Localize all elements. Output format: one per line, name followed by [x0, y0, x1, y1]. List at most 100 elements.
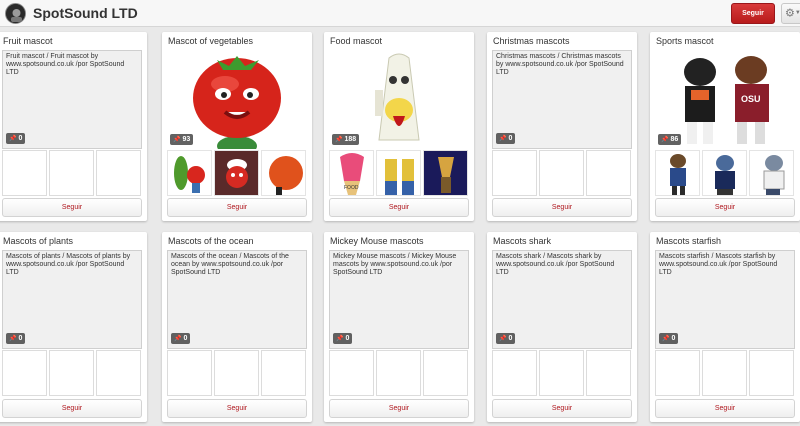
thumbnail-image[interactable]: [655, 150, 700, 196]
board-title[interactable]: Mascot of vegetables: [168, 36, 308, 46]
board-card[interactable]: Mascot of vegetables 📌 93 Seguir: [162, 32, 312, 221]
board-thumbnails: FOOD: [329, 150, 469, 196]
pin-count-badge: 📌 0: [6, 133, 26, 144]
board-cover[interactable]: Mascots shark / Mascots shark by www.spo…: [492, 250, 632, 349]
thumbnail-placeholder: [423, 350, 468, 396]
svg-text:OSU: OSU: [741, 94, 761, 104]
board-description: Mickey Mouse mascots / Mickey Mouse masc…: [333, 253, 457, 276]
svg-text:FOOD: FOOD: [344, 185, 359, 191]
thumbnail-image[interactable]: FOOD: [329, 150, 374, 196]
board-title[interactable]: Fruit mascot: [3, 36, 143, 46]
board-card[interactable]: Mickey Mouse mascots Mickey Mouse mascot…: [324, 232, 474, 422]
profile-name[interactable]: SpotSound LTD: [33, 5, 138, 21]
pin-icon: 📌: [174, 336, 182, 342]
thumbnail-placeholder: [329, 350, 374, 396]
pin-count: 0: [183, 335, 188, 342]
pin-count-badge: 📌 0: [171, 333, 191, 344]
pin-icon: 📌: [499, 336, 507, 342]
thumbnail-placeholder: [96, 150, 141, 196]
board-card[interactable]: Mascots of the ocean Mascots of the ocea…: [162, 232, 312, 422]
thumbnail-placeholder: [586, 350, 631, 396]
board-card[interactable]: Mascots starfish Mascots starfish / Masc…: [650, 232, 800, 422]
pin-icon: 📌: [173, 137, 181, 143]
follow-board-button[interactable]: Seguir: [2, 198, 142, 217]
pin-count: 188: [344, 136, 357, 143]
thumbnail-placeholder: [49, 150, 94, 196]
thumbnail-image[interactable]: [702, 150, 747, 196]
pin-icon: 📌: [499, 136, 507, 142]
board-thumbnails: [167, 150, 307, 196]
board-card[interactable]: Fruit mascot Fruit mascot / Fruit mascot…: [0, 32, 147, 221]
follow-board-button[interactable]: Seguir: [492, 198, 632, 217]
board-title[interactable]: Mickey Mouse mascots: [330, 236, 470, 246]
board-title[interactable]: Mascots starfish: [656, 236, 796, 246]
board-description: Mascots of plants / Mascots of plants by…: [6, 253, 131, 276]
board-cover[interactable]: Mickey Mouse mascots / Mickey Mouse masc…: [329, 250, 469, 349]
follow-board-button[interactable]: Seguir: [329, 399, 469, 418]
board-card[interactable]: Mascots shark Mascots shark / Mascots sh…: [487, 232, 637, 422]
thumbnail-placeholder: [655, 350, 700, 396]
board-card[interactable]: Christmas mascots Christmas mascots / Ch…: [487, 32, 637, 221]
follow-board-button[interactable]: Seguir: [655, 198, 795, 217]
pin-count-badge: 📌 93: [170, 134, 194, 145]
board-description: Mascots starfish / Mascots starfish by w…: [659, 253, 778, 276]
thumbnail-image[interactable]: [167, 150, 212, 196]
board-title[interactable]: Sports mascot: [656, 36, 796, 46]
board-title[interactable]: Food mascot: [330, 36, 470, 46]
follow-board-button[interactable]: Seguir: [167, 399, 307, 418]
thumbnail-placeholder: [749, 350, 794, 396]
board-thumbnails: [167, 350, 307, 396]
board-cover-image[interactable]: OSU 📌 86: [655, 50, 795, 149]
profile-header: SpotSound LTD Seguir ⚙▼: [0, 0, 800, 27]
thumbnail-image[interactable]: [749, 150, 794, 196]
board-title[interactable]: Mascots of plants: [3, 236, 143, 246]
follow-board-button[interactable]: Seguir: [655, 399, 795, 418]
follow-all-button[interactable]: Seguir: [731, 3, 775, 24]
pin-count: 86: [670, 136, 679, 143]
pin-icon: 📌: [9, 136, 17, 142]
thumbnail-placeholder: [539, 150, 584, 196]
thumbnail-placeholder: [2, 350, 47, 396]
thumbnail-placeholder: [167, 350, 212, 396]
pin-count-badge: 📌 0: [496, 333, 516, 344]
pin-count-badge: 📌 0: [659, 333, 679, 344]
thumbnail-image[interactable]: [423, 150, 468, 196]
avatar[interactable]: [5, 3, 26, 24]
board-thumbnails: [2, 150, 142, 196]
thumbnail-placeholder: [492, 350, 537, 396]
board-thumbnails: [2, 350, 142, 396]
thumbnail-placeholder: [492, 150, 537, 196]
pin-count-badge: 📌 188: [332, 134, 360, 145]
board-cover[interactable]: Mascots of plants / Mascots of plants by…: [2, 250, 142, 349]
thumbnail-placeholder: [539, 350, 584, 396]
board-cover-image[interactable]: 📌 93: [167, 50, 307, 149]
thumbnail-image[interactable]: [261, 150, 306, 196]
pin-icon: 📌: [662, 336, 670, 342]
pin-count: 0: [18, 135, 23, 142]
board-cover[interactable]: Mascots of the ocean / Mascots of the oc…: [167, 250, 307, 349]
follow-board-button[interactable]: Seguir: [329, 198, 469, 217]
board-thumbnails: [655, 350, 795, 396]
board-card[interactable]: Mascots of plants Mascots of plants / Ma…: [0, 232, 147, 422]
board-cover-image[interactable]: 📌 188: [329, 50, 469, 149]
board-title[interactable]: Mascots of the ocean: [168, 236, 308, 246]
board-cover[interactable]: Mascots starfish / Mascots starfish by w…: [655, 250, 795, 349]
board-cover[interactable]: Fruit mascot / Fruit mascot by www.spots…: [2, 50, 142, 149]
board-card[interactable]: Food mascot 📌 188 FOOD Seguir: [324, 32, 474, 221]
settings-button[interactable]: ⚙▼: [781, 3, 800, 24]
follow-board-button[interactable]: Seguir: [2, 399, 142, 418]
board-card[interactable]: Sports mascot OSU 📌 86 Seguir: [650, 32, 800, 221]
board-thumbnails: [492, 350, 632, 396]
board-thumbnails: [492, 150, 632, 196]
chevron-down-icon: ▼: [794, 10, 800, 16]
board-title[interactable]: Christmas mascots: [493, 36, 633, 46]
board-cover[interactable]: Christmas mascots / Christmas mascots by…: [492, 50, 632, 149]
thumbnail-image[interactable]: [376, 150, 421, 196]
thumbnail-image[interactable]: [214, 150, 259, 196]
pin-icon: 📌: [9, 336, 17, 342]
board-title[interactable]: Mascots shark: [493, 236, 633, 246]
follow-board-button[interactable]: Seguir: [492, 399, 632, 418]
pin-count-badge: 📌 0: [333, 333, 353, 344]
follow-board-button[interactable]: Seguir: [167, 198, 307, 217]
pin-icon: 📌: [336, 336, 344, 342]
